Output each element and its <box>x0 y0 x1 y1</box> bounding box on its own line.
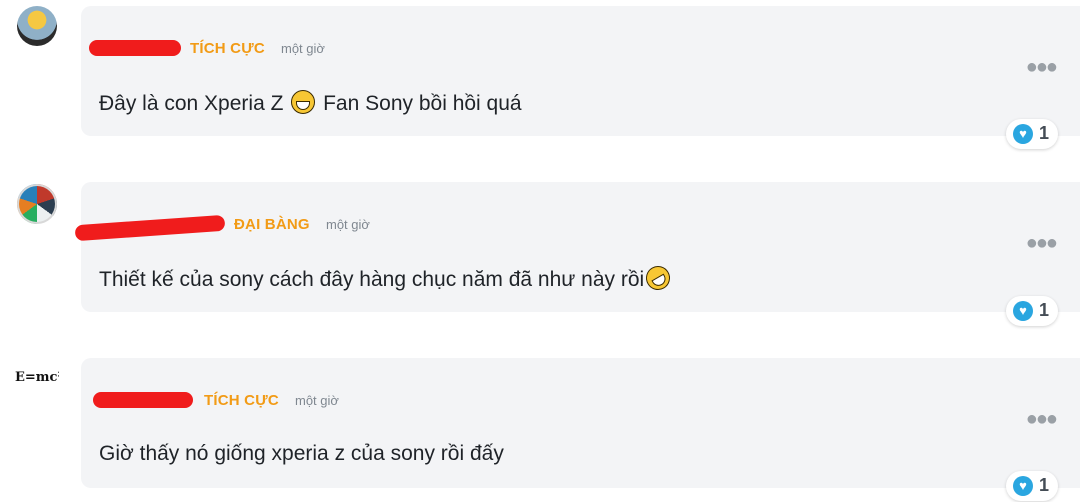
reaction-count: 1 <box>1039 475 1050 495</box>
avatar[interactable] <box>17 184 57 224</box>
user-role-badge: TÍCH CỰC <box>204 392 279 409</box>
redacted-username <box>93 392 193 408</box>
rolling-on-floor-laughing-icon <box>641 261 675 295</box>
comment-time[interactable]: một giờ <box>281 41 325 56</box>
reaction-count-button[interactable]: ♥ 1 <box>1006 471 1058 501</box>
comment-text-part: Thiết kế của sony cách đây hàng chục năm… <box>99 268 645 291</box>
user-role-badge: TÍCH CỰC <box>190 40 265 57</box>
comment-item: TÍCH CỰC một giờ Đây là con Xperia Z Fan… <box>0 0 1080 150</box>
avatar[interactable]: E=mc² <box>15 366 59 390</box>
heart-icon: ♥ <box>1013 301 1033 321</box>
more-dots-icon[interactable]: ●●● <box>1026 408 1058 431</box>
comment-card: TÍCH CỰC một giờ Đây là con Xperia Z Fan… <box>81 6 1080 136</box>
reaction-count-button[interactable]: ♥ 1 <box>1006 119 1058 149</box>
user-role-badge: ĐẠI BÀNG <box>234 216 310 233</box>
redacted-username <box>89 40 181 56</box>
reaction-count: 1 <box>1039 123 1050 143</box>
heart-icon: ♥ <box>1013 124 1033 144</box>
grinning-face-icon <box>291 90 316 114</box>
comment-time[interactable]: một giờ <box>326 217 370 232</box>
heart-icon: ♥ <box>1013 476 1033 496</box>
comment-text: Thiết kế của sony cách đây hàng chục năm… <box>99 261 675 295</box>
comment-item: ĐẠI BÀNG một giờ Thiết kế của sony cách … <box>0 176 1080 326</box>
reaction-count-button[interactable]: ♥ 1 <box>1006 296 1058 326</box>
comment-text-part: Fan Sony bồi hồi quá <box>323 92 522 115</box>
comment-item: E=mc² TÍCH CỰC một giờ Giờ thấy nó giống… <box>0 352 1080 502</box>
reaction-count: 1 <box>1039 300 1050 320</box>
comment-text-part: Đây là con Xperia Z <box>99 92 284 115</box>
more-dots-icon[interactable]: ●●● <box>1026 56 1058 79</box>
comment-card: TÍCH CỰC một giờ Giờ thấy nó giống xperi… <box>81 358 1080 488</box>
avatar[interactable] <box>17 6 57 46</box>
redacted-username <box>74 214 226 242</box>
comment-text-part: Giờ thấy nó giống xperia z của sony rồi … <box>99 442 504 465</box>
comment-text: Đây là con Xperia Z Fan Sony bồi hồi quá <box>99 90 522 116</box>
comment-text: Giờ thấy nó giống xperia z của sony rồi … <box>99 442 504 466</box>
comment-card: ĐẠI BÀNG một giờ Thiết kế của sony cách … <box>74 182 1080 312</box>
more-dots-icon[interactable]: ●●● <box>1026 232 1058 255</box>
comment-time[interactable]: một giờ <box>295 393 339 408</box>
